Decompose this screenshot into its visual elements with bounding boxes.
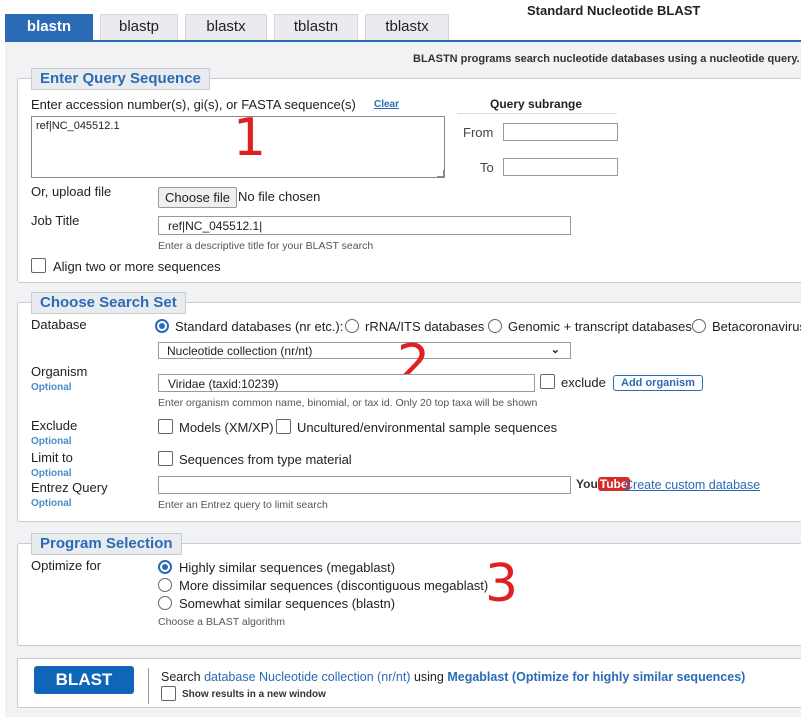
align-two-label: Align two or more sequences: [53, 259, 221, 274]
resize-handle-icon[interactable]: [437, 170, 444, 177]
tab-blastp[interactable]: blastp: [100, 14, 178, 40]
organism-help: Enter organism common name, binomial, or…: [158, 397, 538, 409]
blast-button[interactable]: BLAST: [34, 666, 134, 694]
program-radio-blastn[interactable]: [158, 596, 172, 610]
submit-divider: [148, 668, 149, 704]
create-custom-db-link[interactable]: Create custom database: [624, 478, 760, 492]
organism-input[interactable]: Viridae (taxid:10239): [158, 374, 535, 392]
job-title-help: Enter a descriptive title for your BLAST…: [158, 240, 374, 252]
optimize-label: Optimize for: [31, 558, 102, 573]
search-summary: Search database Nucleotide collection (n…: [161, 670, 746, 684]
exclude-label: Exclude: [31, 418, 78, 433]
program-option-dc-megablast: More dissimilar sequences (discontiguous…: [179, 578, 489, 593]
db-radio-rrna[interactable]: [345, 319, 359, 333]
program-option-blastn: Somewhat similar sequences (blastn): [179, 596, 396, 611]
limit-type-checkbox[interactable]: [158, 451, 173, 466]
no-file-text: No file chosen: [238, 189, 321, 204]
exclude-models-checkbox[interactable]: [158, 419, 173, 434]
to-label: To: [480, 160, 494, 175]
entrez-help: Enter an Entrez query to limit search: [158, 499, 328, 511]
program-option-megablast: Highly similar sequences (megablast): [179, 560, 396, 575]
clear-link[interactable]: Clear: [374, 99, 399, 110]
to-input[interactable]: [503, 158, 618, 176]
from-label: From: [463, 125, 494, 140]
db-option-rrna: rRNA/ITS databases: [365, 319, 485, 334]
program-radio-megablast[interactable]: [158, 560, 172, 574]
job-title-input[interactable]: ref|NC_045512.1|: [158, 216, 571, 235]
tab-blastx[interactable]: blastx: [185, 14, 267, 40]
annotation-1: 1: [233, 108, 267, 168]
limit-label: Limit to: [31, 450, 73, 465]
entrez-label: Entrez Query: [31, 480, 108, 495]
program-description: BLASTN programs search nucleotide databa…: [413, 53, 800, 65]
db-radio-betacoronavirus[interactable]: [692, 319, 706, 333]
new-window-label: Show results in a new window: [182, 689, 326, 700]
subrange-divider: [457, 113, 617, 114]
program-help: Choose a BLAST algorithm: [158, 616, 286, 628]
organism-label: Organism: [31, 364, 88, 379]
exclude-uncultured-label: Uncultured/environmental sample sequence…: [297, 420, 558, 435]
db-radio-standard[interactable]: [155, 319, 169, 333]
db-option-genomic: Genomic + transcript databases: [508, 319, 692, 334]
db-option-betacoronavirus: Betacoronavirus: [712, 319, 801, 334]
subrange-title: Query subrange: [490, 97, 583, 111]
new-window-checkbox[interactable]: [161, 686, 176, 701]
job-title-label: Job Title: [31, 213, 80, 228]
query-legend: Enter Query Sequence: [31, 68, 210, 90]
tab-blastn[interactable]: blastn: [5, 14, 93, 40]
align-two-checkbox[interactable]: [31, 258, 46, 273]
search-set-legend: Choose Search Set: [31, 292, 186, 314]
query-label: Enter accession number(s), gi(s), or FAS…: [31, 97, 356, 112]
database-select[interactable]: Nucleotide collection (nr/nt) ⌄: [158, 342, 571, 359]
chevron-down-icon: ⌄: [550, 344, 560, 356]
exclude-optional: Optional: [31, 436, 72, 447]
program-radio-dc-megablast[interactable]: [158, 578, 172, 592]
entrez-optional: Optional: [31, 498, 72, 509]
database-select-value: Nucleotide collection (nr/nt): [167, 344, 313, 358]
db-radio-genomic[interactable]: [488, 319, 502, 333]
youtube-icon[interactable]: You Tube: [576, 477, 630, 494]
annotation-3: 3: [485, 554, 519, 614]
tab-tblastn[interactable]: tblastn: [274, 14, 358, 40]
database-label: Database: [31, 317, 87, 332]
summary-program: Megablast (Optimize for highly similar s…: [447, 670, 746, 684]
page-title: Standard Nucleotide BLAST: [527, 3, 701, 18]
summary-database: database Nucleotide collection (nr/nt): [204, 670, 411, 684]
choose-file-button[interactable]: Choose file: [158, 187, 238, 208]
organism-optional: Optional: [31, 382, 72, 393]
program-fieldset: [17, 543, 801, 646]
organism-exclude-checkbox[interactable]: [540, 374, 555, 389]
from-input[interactable]: [503, 123, 618, 141]
tab-tblastx[interactable]: tblastx: [365, 14, 449, 40]
organism-exclude-label: exclude: [561, 375, 606, 390]
add-organism-button[interactable]: Add organism: [613, 375, 703, 391]
exclude-models-label: Models (XM/XP): [179, 420, 274, 435]
db-option-standard: Standard databases (nr etc.):: [175, 319, 344, 334]
entrez-input[interactable]: [158, 476, 571, 494]
program-legend: Program Selection: [31, 533, 182, 555]
limit-type-label: Sequences from type material: [179, 452, 352, 467]
exclude-uncultured-checkbox[interactable]: [276, 419, 291, 434]
upload-label: Or, upload file: [31, 184, 112, 199]
limit-optional: Optional: [31, 468, 72, 479]
